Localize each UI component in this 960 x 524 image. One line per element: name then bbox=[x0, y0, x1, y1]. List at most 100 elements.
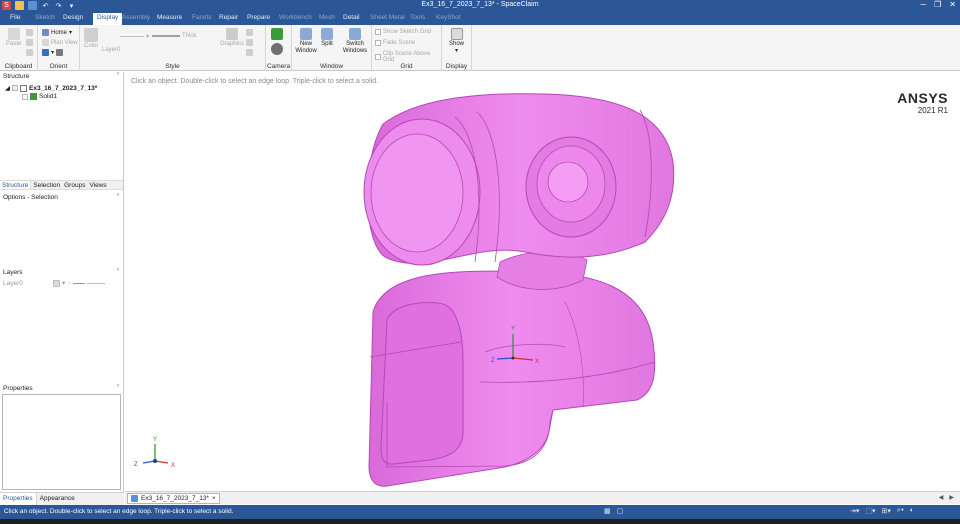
menu-tab-file[interactable]: File bbox=[10, 14, 20, 21]
layer-dropdown[interactable]: Layer0 bbox=[102, 47, 120, 53]
close-tab-icon[interactable]: × bbox=[212, 495, 216, 502]
color-button[interactable]: Color bbox=[84, 28, 98, 49]
style-option-icon[interactable] bbox=[246, 29, 253, 36]
menu-tab-tools[interactable]: Tools bbox=[410, 14, 425, 21]
corner-triad-x-label: X bbox=[171, 463, 175, 469]
menu-tab-assembly[interactable]: Assembly bbox=[122, 14, 150, 21]
menu-tab-repair[interactable]: Repair bbox=[219, 14, 238, 21]
minimize-icon[interactable]: ─ bbox=[920, 0, 926, 9]
status-lock-icon[interactable]: ▢ bbox=[617, 507, 624, 515]
style-group: Color Layer0 ▾ Thick Graphics Style bbox=[80, 25, 266, 71]
cut-icon[interactable] bbox=[26, 29, 33, 36]
line-weight-icon bbox=[87, 282, 106, 284]
visibility-checkbox[interactable] bbox=[22, 93, 28, 100]
visibility-checkbox[interactable] bbox=[12, 85, 18, 91]
tab-prev-icon[interactable]: ◀ bbox=[939, 494, 944, 501]
camera-group: Camera bbox=[266, 25, 292, 71]
format-icon[interactable] bbox=[26, 49, 33, 56]
paste-button[interactable]: Paste bbox=[6, 28, 21, 47]
pin-icon[interactable]: ᵒ bbox=[117, 193, 119, 199]
pin-icon[interactable]: ᵒ bbox=[117, 72, 119, 78]
panel-tab-appearance[interactable]: Appearance bbox=[37, 493, 78, 505]
zoom-icon[interactable]: ⌕▾ bbox=[897, 507, 904, 515]
style-option-icon[interactable] bbox=[246, 39, 253, 46]
restore-icon[interactable]: ❐ bbox=[934, 0, 941, 9]
clip-scene-checkbox[interactable]: Clip Scene Above Grid bbox=[375, 51, 441, 63]
menu-tab-keyshot[interactable]: KeyShot bbox=[436, 14, 461, 21]
graphics-viewport[interactable]: Click an object. Double-click to select … bbox=[125, 72, 960, 490]
corner-triad-z-label: Z bbox=[134, 462, 138, 468]
plan-view-icon bbox=[42, 39, 49, 46]
layer-dropdown-icon[interactable]: ▾ bbox=[62, 279, 65, 287]
show-sketch-grid-checkbox[interactable]: Show Sketch Grid bbox=[375, 29, 431, 35]
line-weight-dropdown[interactable]: Thick bbox=[152, 33, 196, 39]
show-button[interactable]: Show ▾ bbox=[449, 28, 464, 54]
switch-windows-button[interactable]: Switch Windows bbox=[342, 28, 368, 55]
camera-cube-icon[interactable] bbox=[271, 28, 283, 40]
home-button[interactable]: Home ▾ bbox=[42, 29, 72, 36]
tree-solid[interactable]: Solid1 bbox=[22, 93, 57, 100]
corner-triad: Y X Z bbox=[134, 437, 175, 469]
menu-tab-sketch[interactable]: Sketch bbox=[35, 14, 55, 21]
model-camera-body[interactable] bbox=[363, 93, 675, 266]
pin-icon[interactable]: ᵒ bbox=[117, 384, 119, 390]
menu-tab-prepare[interactable]: Prepare bbox=[247, 14, 270, 21]
document-tab[interactable]: Ex3_16_7_2023_7_13* × bbox=[127, 493, 220, 504]
switch-windows-icon bbox=[349, 28, 361, 40]
style-option-icon[interactable] bbox=[246, 49, 253, 56]
new-window-button[interactable]: New Window bbox=[295, 28, 317, 55]
document-icon bbox=[20, 84, 27, 92]
menu-tab-facets[interactable]: Facets bbox=[192, 14, 212, 21]
copy-icon[interactable] bbox=[26, 39, 33, 46]
line-style-icon bbox=[120, 36, 144, 37]
light-bulb-icon[interactable]: ○ bbox=[67, 280, 71, 287]
menu-tab-detail[interactable]: Detail bbox=[343, 14, 360, 21]
triad-z-label: Z bbox=[491, 358, 495, 364]
filter-icon[interactable]: ⊞▾ bbox=[882, 507, 891, 515]
select-mode-icon[interactable]: ⇥▾ bbox=[850, 507, 859, 515]
left-panel: Structure ᵒ ◢ Ex3_16_7_2023_7_13* Solid1 … bbox=[0, 72, 124, 505]
layer-color-icon[interactable] bbox=[53, 279, 60, 287]
document-tabs: Ex3_16_7_2023_7_13* × ◀ ▶ bbox=[125, 491, 960, 504]
properties-tabs: Properties Appearance bbox=[0, 492, 124, 505]
plan-view-button[interactable]: Plan View bbox=[42, 39, 78, 46]
line-style-dropdown[interactable]: ▾ bbox=[120, 33, 149, 40]
ribbon-tabs: File Sketch Design Display Assembly Measure Fa… bbox=[0, 12, 960, 25]
tab-next-icon[interactable]: ▶ bbox=[949, 494, 954, 501]
pin-icon[interactable]: ᵒ bbox=[117, 268, 119, 274]
collapse-icon[interactable]: ◢ bbox=[5, 84, 10, 92]
menu-tab-design[interactable]: Design bbox=[63, 14, 83, 21]
close-icon[interactable]: ✕ bbox=[949, 0, 956, 9]
box-select-icon[interactable]: ⬚▾ bbox=[865, 507, 875, 515]
panel-tab-properties[interactable]: Properties bbox=[0, 493, 37, 505]
zoom-icon bbox=[56, 49, 64, 56]
view-cube-button[interactable]: ▾ bbox=[42, 49, 64, 56]
menu-tab-mesh[interactable]: Mesh bbox=[319, 14, 335, 21]
panel-tab-groups[interactable]: Groups bbox=[62, 181, 87, 189]
camera-settings-icon[interactable] bbox=[271, 43, 283, 55]
view-style-icon[interactable]: ◐ bbox=[910, 507, 914, 515]
graphics-button[interactable]: Graphics bbox=[220, 28, 244, 47]
panel-tab-selection[interactable]: Selection bbox=[31, 181, 62, 189]
corner-triad-y-label: Y bbox=[153, 437, 157, 443]
panel-tab-views[interactable]: Views bbox=[87, 181, 108, 189]
tree-root[interactable]: ◢ Ex3_16_7_2023_7_13* bbox=[5, 84, 97, 92]
new-window-icon bbox=[300, 28, 312, 40]
status-message: Click an object. Double-click to select … bbox=[4, 508, 234, 515]
menu-tab-measure[interactable]: Measure bbox=[157, 14, 182, 21]
status-options-icon[interactable]: ▦ bbox=[604, 507, 611, 515]
menu-tab-display[interactable]: Display bbox=[93, 13, 123, 25]
split-button[interactable]: Split bbox=[321, 28, 333, 47]
color-swatch-icon bbox=[84, 28, 99, 42]
fade-scene-checkbox[interactable]: Fade Scene bbox=[375, 40, 415, 46]
window-group: New Window Split Switch Windows Window bbox=[292, 25, 372, 71]
menu-tab-sheet-metal[interactable]: Sheet Metal bbox=[370, 14, 405, 21]
model-canvas[interactable]: Y X Z Y X Z bbox=[125, 72, 960, 490]
graphics-icon bbox=[226, 28, 238, 40]
layer-row[interactable]: Layer0 ▾ ○ bbox=[3, 279, 106, 287]
line-style-icon bbox=[73, 282, 86, 284]
menu-tab-workbench[interactable]: Workbench bbox=[279, 14, 312, 21]
model-clip-body[interactable] bbox=[368, 270, 656, 487]
panel-tab-structure[interactable]: Structure bbox=[0, 181, 32, 189]
grid-group: Show Sketch Grid Fade Scene Clip Scene A… bbox=[372, 25, 442, 71]
